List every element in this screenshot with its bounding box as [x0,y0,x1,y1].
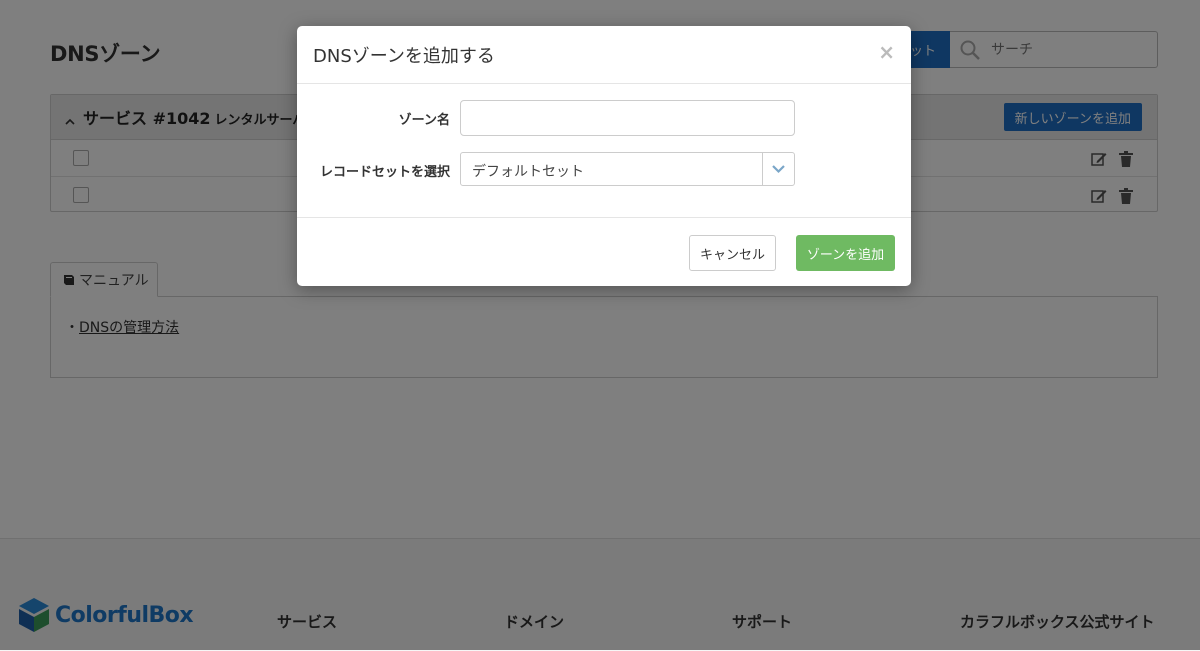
modal-title: DNSゾーンを追加する [313,46,495,67]
modal-footer: キャンセル ゾーンを追加 [297,217,911,287]
record-set-select[interactable]: デフォルトセット [460,152,795,186]
modal-header: DNSゾーンを追加する × [297,26,911,84]
zone-name-row: ゾーン名 [297,100,911,136]
zone-name-label: ゾーン名 [398,113,450,128]
add-zone-button[interactable]: ゾーンを追加 [796,235,895,271]
chevron-down-icon[interactable] [762,153,794,185]
record-set-label: レコードセットを選択 [319,165,450,180]
record-set-row: レコードセットを選択 デフォルトセット [297,152,911,188]
close-icon[interactable]: × [878,40,895,64]
zone-name-input[interactable] [460,100,795,136]
add-zone-modal: DNSゾーンを追加する × ゾーン名 レコードセットを選択 デフォルトセット キ… [297,26,911,286]
record-set-selected-value: デフォルトセット [472,164,584,180]
cancel-button[interactable]: キャンセル [689,235,776,271]
